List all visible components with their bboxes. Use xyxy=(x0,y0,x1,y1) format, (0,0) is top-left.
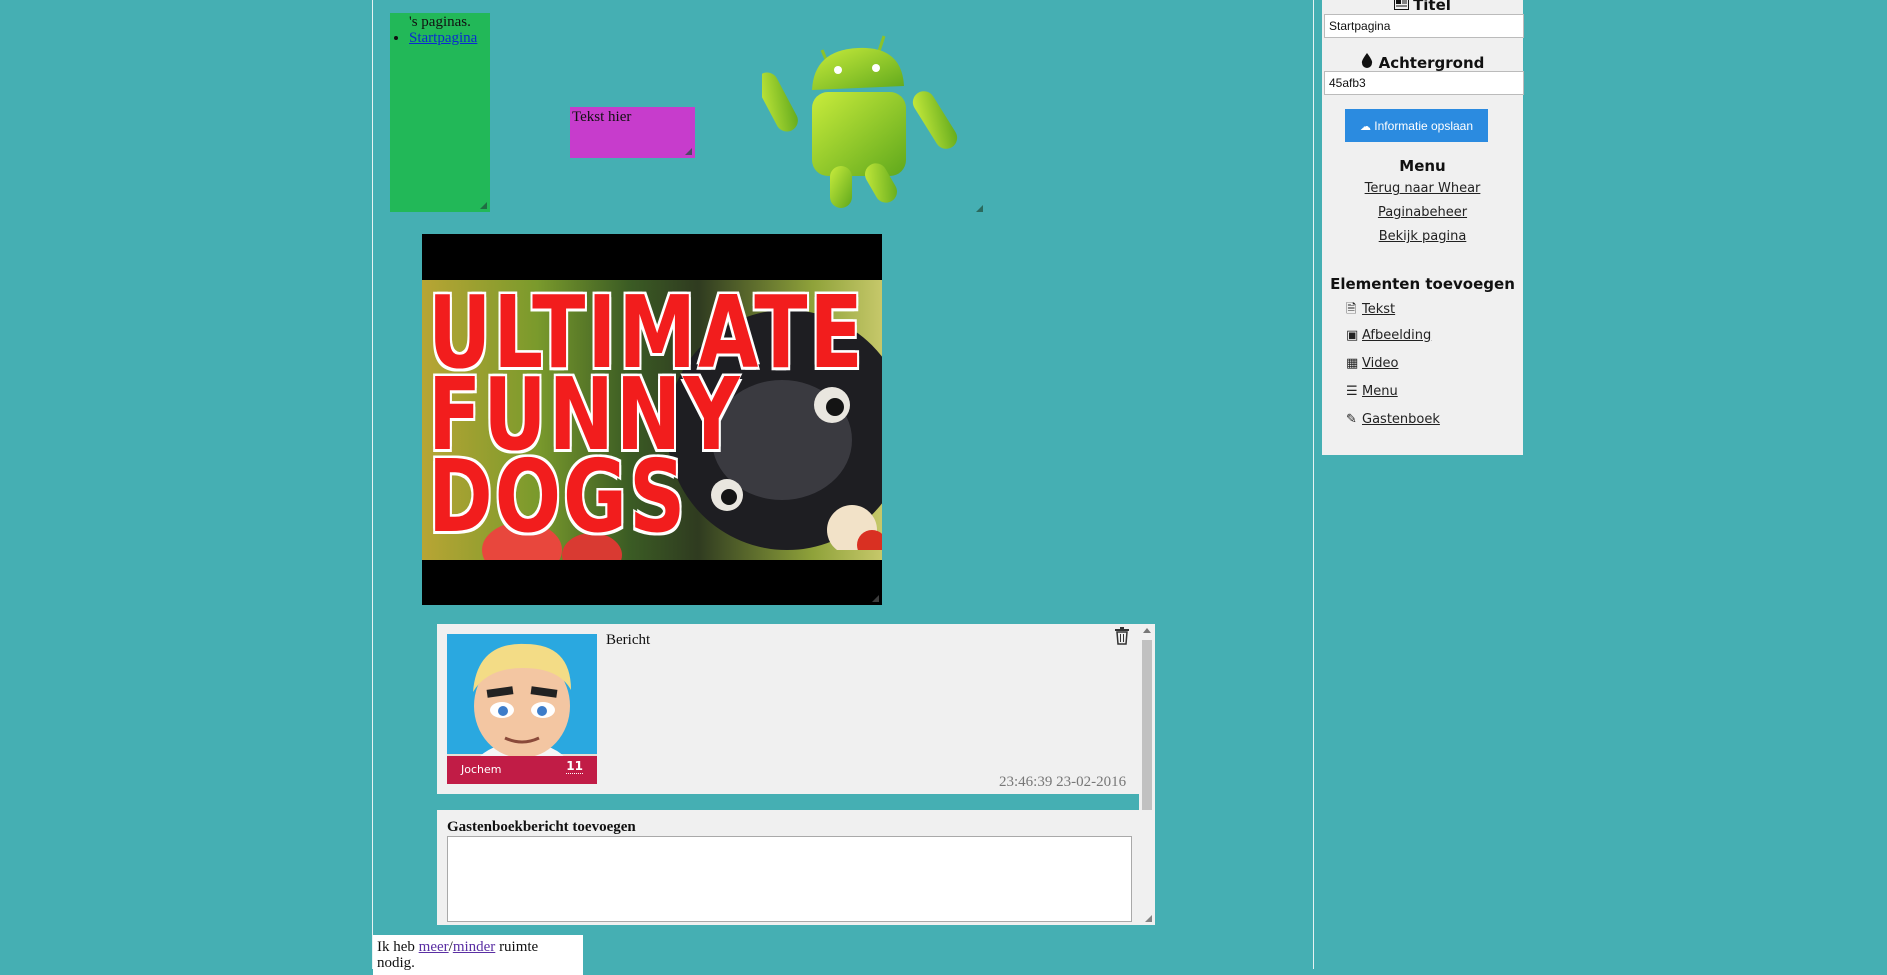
scrollbar-thumb[interactable] xyxy=(1142,640,1152,810)
video-title-line: DOGS xyxy=(428,440,688,556)
title-input[interactable] xyxy=(1324,14,1524,38)
save-info-button[interactable]: ☁ Informatie opslaan xyxy=(1345,109,1488,142)
film-icon: ▦ xyxy=(1346,356,1359,371)
drop-icon xyxy=(1361,53,1372,68)
text-element-content[interactable]: Tekst hier xyxy=(570,107,695,126)
guestbook-add-form: Gastenboekbericht toevoegen xyxy=(437,810,1155,925)
add-guestbook-label: Gastenboek xyxy=(1362,412,1440,427)
add-text-label: Tekst xyxy=(1362,302,1396,317)
video-thumbnail: ULTIMATE FUNNY DOGS xyxy=(422,280,882,560)
menu-item: Startpagina xyxy=(409,30,490,47)
android-robot-icon xyxy=(756,35,958,208)
menu-link-startpagina[interactable]: Startpagina xyxy=(409,30,477,46)
resize-handle[interactable] xyxy=(1145,915,1152,922)
back-to-whear-link[interactable]: Terug naar Whear xyxy=(1322,181,1523,196)
guestbook-scrollbar[interactable] xyxy=(1139,624,1155,810)
word-doc-icon: 🗎 xyxy=(1346,302,1357,317)
space-note: Ik heb meer/minder ruimte nodig. xyxy=(373,935,583,975)
avatar: Jochem 11 xyxy=(447,634,597,784)
menu-list: Startpagina xyxy=(390,30,490,47)
more-space-link[interactable]: meer xyxy=(419,939,449,955)
editor-right-border xyxy=(1313,0,1314,969)
background-label: Achtergrond xyxy=(1378,54,1485,72)
entry-count[interactable]: 11 xyxy=(566,759,583,774)
resize-handle[interactable] xyxy=(976,205,983,212)
newspaper-icon xyxy=(1394,0,1410,10)
menu-heading: Menu xyxy=(1399,157,1446,175)
comments-icon: ✎ xyxy=(1346,412,1357,427)
add-menu-label: Menu xyxy=(1362,384,1398,399)
entry-timestamp: 23:46:39 23-02-2016 xyxy=(999,774,1127,790)
less-space-link[interactable]: minder xyxy=(453,939,496,955)
title-label: Titel xyxy=(1413,0,1451,14)
add-text-link[interactable]: 🗎 Tekst xyxy=(1346,300,1395,322)
add-menu-link[interactable]: ☰ Menu xyxy=(1346,384,1398,399)
scroll-up-icon[interactable] xyxy=(1143,628,1151,633)
add-video-label: Video xyxy=(1362,356,1399,371)
resize-handle[interactable] xyxy=(685,148,692,155)
add-video-link[interactable]: ▦ Video xyxy=(1346,356,1398,371)
add-elements-heading: Elementen toevoegen xyxy=(1330,275,1515,293)
trash-icon[interactable] xyxy=(1114,627,1130,645)
menu-element[interactable]: 's paginas. Startpagina xyxy=(390,13,490,212)
add-image-link[interactable]: ▣ Afbeelding xyxy=(1346,328,1431,343)
video-player[interactable]: ULTIMATE FUNNY DOGS xyxy=(422,234,882,605)
resize-handle[interactable] xyxy=(872,595,879,602)
avatar-nameplate: Jochem 11 xyxy=(447,756,597,784)
save-button-label: Informatie opslaan xyxy=(1374,118,1474,133)
list-icon: ☰ xyxy=(1346,384,1358,399)
sidebar: Titel Achtergrond ☁ Informatie opslaan M… xyxy=(1322,0,1524,455)
editor-left-border xyxy=(372,0,373,969)
entry-message: Bericht xyxy=(606,632,651,648)
entry-author: Jochem xyxy=(461,763,502,776)
add-guestbook-link[interactable]: ✎ Gastenboek xyxy=(1346,412,1440,427)
guestbook-message-input[interactable] xyxy=(447,836,1132,922)
resize-handle[interactable] xyxy=(480,202,487,209)
android-image[interactable] xyxy=(756,30,983,212)
page-management-link[interactable]: Paginabeheer xyxy=(1322,205,1523,220)
add-image-label: Afbeelding xyxy=(1362,328,1432,343)
title-heading: Titel xyxy=(1322,0,1523,14)
view-page-link[interactable]: Bekijk pagina xyxy=(1322,229,1523,244)
image-icon: ▣ xyxy=(1346,328,1359,343)
guestbook-add-title: Gastenboekbericht toevoegen xyxy=(447,819,636,835)
cloud-icon: ☁ xyxy=(1359,120,1371,133)
text-element[interactable]: Tekst hier xyxy=(570,107,695,158)
background-heading: Achtergrond xyxy=(1322,53,1523,72)
space-note-prefix: Ik heb xyxy=(377,939,419,955)
background-input[interactable] xyxy=(1324,71,1524,95)
menu-intro: 's paginas. xyxy=(409,14,471,30)
